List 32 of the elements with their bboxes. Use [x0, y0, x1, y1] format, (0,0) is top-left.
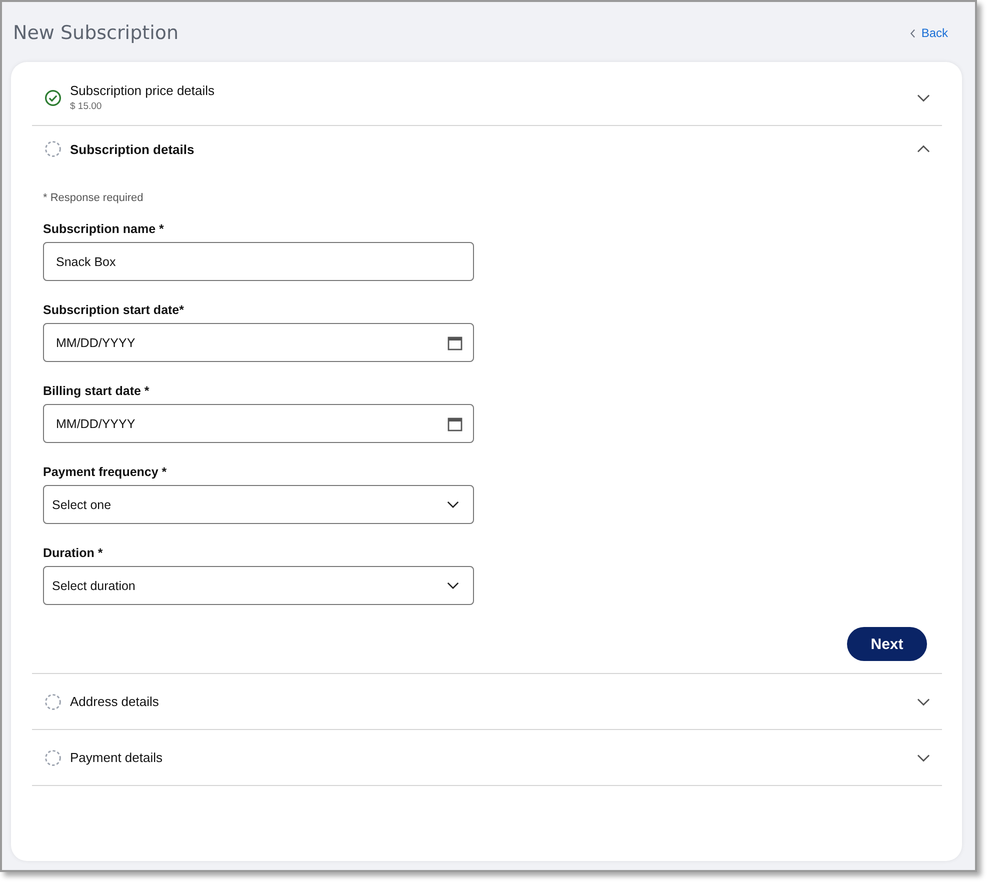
chevron-left-icon [910, 28, 916, 38]
field-label: Subscription start date* [43, 303, 185, 317]
chevron-down-icon [917, 94, 930, 102]
next-button[interactable]: Next [847, 627, 927, 661]
calendar-icon [447, 416, 463, 432]
section-header[interactable]: Payment details [32, 730, 942, 785]
calendar-icon [447, 334, 463, 350]
section-header[interactable]: Subscription price details $ 15.00 [32, 70, 942, 125]
section-title: Subscription price details [70, 83, 216, 98]
chevron-up-icon [917, 145, 930, 153]
section-price: $ 15.00 [70, 101, 103, 112]
section-title: Address details [70, 694, 160, 709]
required-note: * Response required [43, 192, 144, 204]
chevron-down-icon [447, 582, 459, 589]
field-label: Billing start date * [43, 384, 150, 398]
chevron-down-icon [447, 501, 459, 508]
date-field[interactable]: MM/DD/YYYY [43, 323, 474, 362]
section-title: Subscription details [70, 142, 196, 156]
section-header[interactable]: Subscription details [32, 126, 942, 172]
field-label: Payment frequency * [43, 465, 168, 479]
back-link[interactable]: Back [910, 26, 948, 40]
field-label: Subscription name * [43, 222, 165, 236]
page-title: New Subscription [13, 22, 179, 44]
date-field[interactable]: MM/DD/YYYY [43, 404, 474, 443]
chevron-down-icon [917, 754, 930, 762]
select-dropdown[interactable]: Select one [43, 485, 474, 524]
section-title: Payment details [70, 750, 164, 765]
input-field[interactable]: Snack Box [43, 242, 474, 281]
section-header[interactable]: Address details [32, 674, 942, 729]
select-dropdown[interactable]: Select duration [43, 566, 474, 605]
chevron-down-icon [917, 698, 930, 706]
field-label: Duration * [43, 546, 104, 560]
